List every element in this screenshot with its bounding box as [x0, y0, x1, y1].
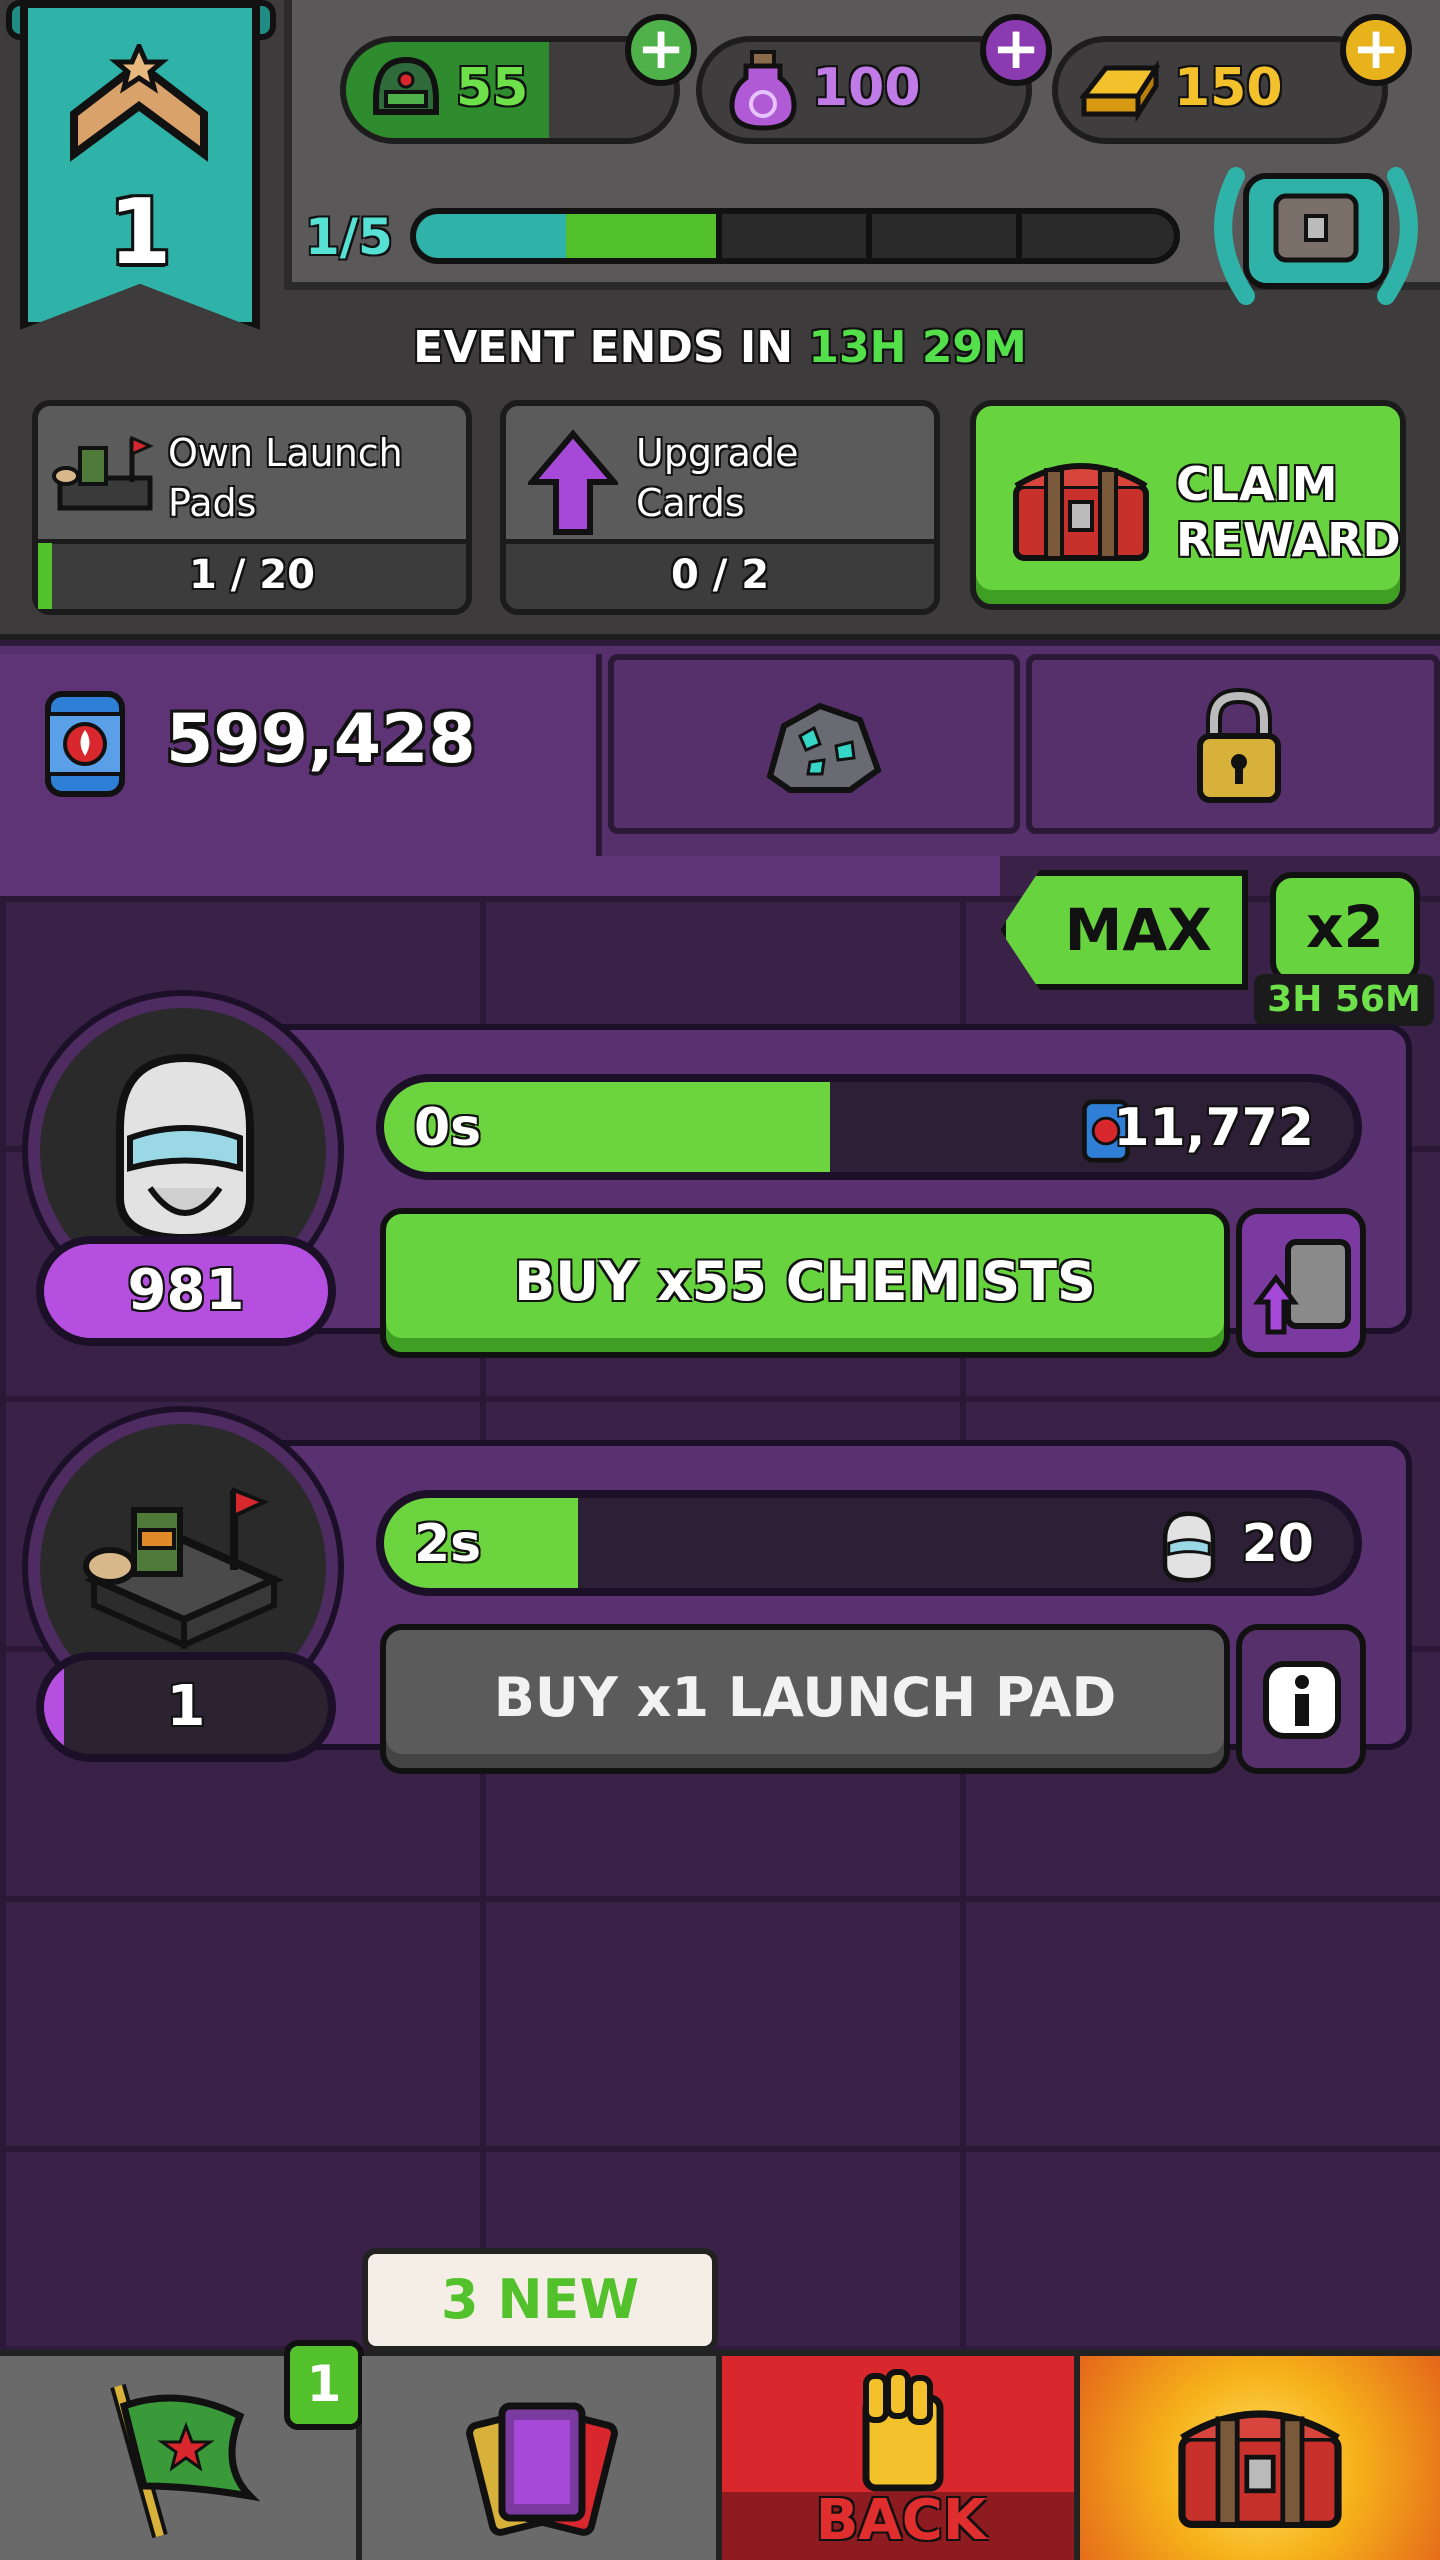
flag-icon: [110, 2383, 260, 2539]
task-label: Own Launch Pads: [168, 431, 403, 525]
launch-pad-info-button[interactable]: [1236, 1624, 1366, 1774]
task-progress-fill: [38, 543, 52, 609]
chemists-production-bar: 0s 11,772: [376, 1074, 1362, 1180]
launch-pad-owned-count: 1: [36, 1652, 336, 1762]
chemists-timer: 0s: [414, 1098, 482, 1158]
event-prefix: EVENT ENDS IN: [413, 322, 794, 373]
gold-bar-icon: [1080, 59, 1160, 122]
cards-icon: [466, 2402, 618, 2536]
reward-chest-icon: [1178, 2410, 1342, 2528]
lock-icon: [1197, 688, 1281, 803]
reward-chest-icon: [1013, 463, 1149, 561]
buy-max-button[interactable]: MAX: [1000, 870, 1248, 990]
nav-shop-button[interactable]: [1080, 2356, 1440, 2560]
event-minutes: 29M: [921, 322, 1027, 373]
helmet-count: 55: [456, 58, 529, 118]
launch-pad-icon: [52, 435, 154, 511]
ledge: [0, 856, 1000, 902]
launch-pad-production-bar: 2s 20: [376, 1490, 1362, 1596]
info-icon: [1263, 1661, 1341, 1739]
back-label: BACK: [815, 2488, 987, 2553]
event-hours: 13H: [808, 322, 907, 373]
milestone-progress-text: 1/5: [305, 208, 393, 266]
chemist-helmet-icon: [1162, 1511, 1216, 1583]
new-cards-tag: 3 NEW: [362, 2248, 718, 2352]
fuel-canister-icon: [45, 691, 125, 797]
buy-chemists-button[interactable]: BUY x55 CHEMISTS: [380, 1208, 1230, 1358]
card-upgrade-icon: [1253, 1239, 1351, 1335]
launch-pad-icon: [83, 1487, 284, 1650]
milestone-chest-button[interactable]: [1206, 156, 1426, 306]
claim-reward-button[interactable]: CLAIM REWARD: [970, 400, 1406, 610]
task-label: Upgrade Cards: [636, 431, 799, 525]
ore-rock-icon: [766, 702, 882, 793]
elixir-count: 100: [812, 58, 921, 118]
helmet-icon: [373, 56, 439, 115]
fuel-amount: 599,428: [166, 700, 476, 779]
add-gold-button[interactable]: +: [1340, 14, 1412, 86]
upgrade-card-button[interactable]: [1236, 1208, 1366, 1358]
claim-reward-label: CLAIM REWARD: [1176, 457, 1401, 567]
rank-level: 1: [108, 180, 172, 285]
x2-boost-button[interactable]: x2: [1270, 872, 1420, 984]
rank-chevron-icon: [70, 44, 208, 162]
task-upgrade-cards[interactable]: Upgrade Cards 0 / 2: [500, 400, 940, 615]
gold-count: 150: [1174, 58, 1283, 118]
buy-launch-pad-button[interactable]: BUY x1 LAUNCH PAD: [380, 1624, 1230, 1774]
milestone-progress-bar: [410, 208, 1180, 264]
launch-pad-timer: 2s: [414, 1514, 482, 1574]
tab-ore[interactable]: [608, 654, 1020, 834]
add-helmets-button[interactable]: +: [625, 14, 697, 86]
fist-icon: [862, 2369, 944, 2492]
chemist-hazmat-icon: [116, 1053, 254, 1243]
x2-boost-timer: 3H 56M: [1254, 974, 1434, 1026]
task-count: 1 / 20: [38, 539, 466, 609]
laurel-chest-icon: [1214, 167, 1418, 305]
potion-icon: [729, 50, 797, 131]
missions-badge: 1: [284, 2340, 364, 2430]
task-own-launch-pads[interactable]: Own Launch Pads 1 / 20: [32, 400, 472, 615]
add-elixir-button[interactable]: +: [980, 14, 1052, 86]
task-count: 0 / 2: [506, 539, 934, 609]
upgrade-arrow-icon: [528, 429, 618, 535]
nav-cards-button[interactable]: [362, 2356, 722, 2560]
tab-locked[interactable]: [1026, 654, 1440, 834]
chemists-cost: 11,772: [1113, 1098, 1314, 1158]
resource-gold[interactable]: 150: [1052, 36, 1388, 144]
event-timer: EVENT ENDS IN 13H 29M: [0, 322, 1440, 373]
launch-pad-cost: 20: [1241, 1514, 1314, 1574]
chemists-owned-count: 981: [36, 1236, 336, 1346]
